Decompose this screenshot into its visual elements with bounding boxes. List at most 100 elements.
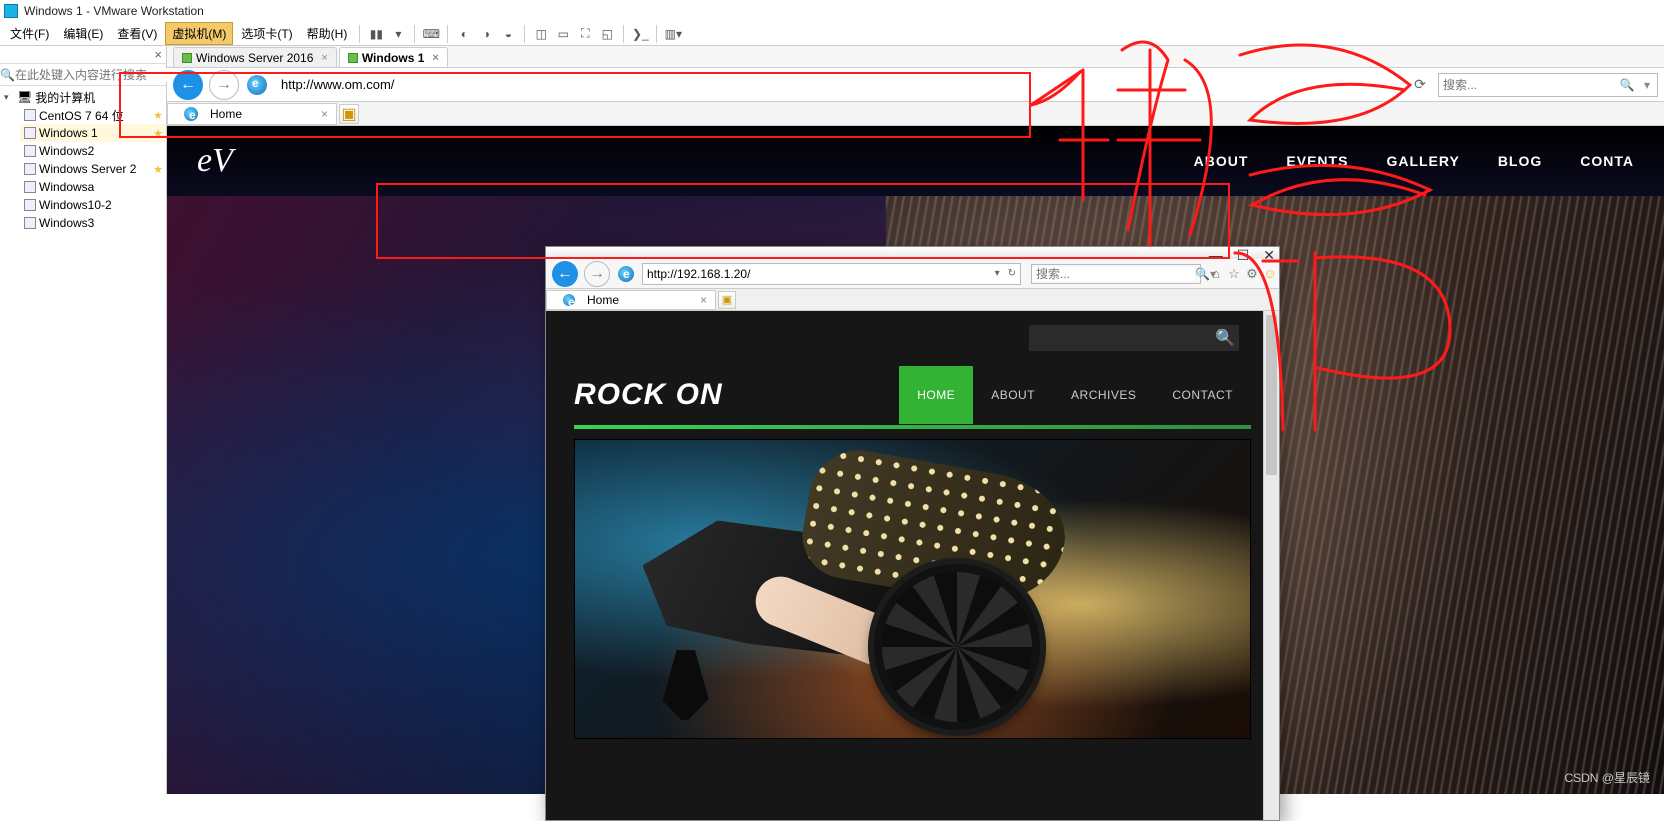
star-icon: ★ <box>153 163 166 176</box>
forward-button[interactable]: → <box>209 70 239 100</box>
back-button[interactable]: ← <box>552 261 578 287</box>
nav-events[interactable]: EVENTS <box>1286 153 1348 169</box>
refresh-icon[interactable]: ↻ <box>1004 268 1020 279</box>
rock-hero-image <box>574 439 1251 739</box>
ie-logo-icon <box>618 266 634 282</box>
forward-button[interactable]: → <box>584 261 610 287</box>
view-multi-icon[interactable]: ▭ <box>553 25 573 43</box>
snapshot-revert-icon[interactable]: ◑ <box>476 25 496 43</box>
vm-tab-label: Windows 1 <box>362 51 425 65</box>
tree-item-label: Windows2 <box>39 144 94 158</box>
refresh-icon[interactable]: ⟳ <box>1408 76 1432 93</box>
view-unity-icon[interactable]: ◱ <box>597 25 617 43</box>
pause-icon[interactable]: ▮▮ <box>366 25 386 43</box>
menu-view[interactable]: 查看(V) <box>111 23 163 44</box>
new-tab-button[interactable]: ▣ <box>339 104 359 124</box>
menu-edit[interactable]: 编辑(E) <box>57 23 109 44</box>
ie-page-tab[interactable]: Home × <box>167 103 337 125</box>
tree-item[interactable]: CentOS 7 64 位★ <box>20 106 166 124</box>
ie2-page-tab[interactable]: Home × <box>546 290 716 310</box>
vm-running-icon <box>182 53 192 63</box>
home-icon[interactable]: ⌂ <box>1207 266 1225 281</box>
vm-icon <box>24 109 36 121</box>
rock-nav: HOME ABOUT ARCHIVES CONTACT <box>899 366 1251 424</box>
tree-item[interactable]: Windows3 <box>20 214 166 232</box>
address-bar[interactable] <box>275 73 1408 97</box>
tree-item[interactable]: Windows Server 2 ★ <box>20 160 166 178</box>
feedback-smile-icon[interactable]: ☺ <box>1261 266 1279 281</box>
computer-icon: 🖥 <box>17 90 32 104</box>
menu-tabs[interactable]: 选项卡(T) <box>235 23 298 44</box>
scrollbar[interactable] <box>1263 311 1279 820</box>
search-icon[interactable]: 🔍 <box>1211 328 1239 348</box>
tree-root[interactable]: ▾ 🖥 我的计算机 <box>0 88 166 106</box>
console-icon[interactable]: ❯_ <box>630 25 650 43</box>
close-icon[interactable]: × <box>321 52 327 64</box>
ie2-search-input[interactable] <box>1032 267 1195 281</box>
ie2-page: 🔍 ROCK ON HOME ABOUT ARCHIVES CONTACT <box>546 311 1279 820</box>
nav-gallery[interactable]: GALLERY <box>1386 153 1459 169</box>
ie2-address-bar[interactable] <box>643 267 991 281</box>
rock-nav-about[interactable]: ABOUT <box>973 366 1053 424</box>
ie-navbar: ← → ⟳ 🔍 ▾ <box>167 68 1664 102</box>
window-chrome[interactable] <box>546 247 1279 259</box>
close-icon[interactable]: × <box>321 107 328 121</box>
inner-ie-window[interactable]: — ☐ ✕ ← → ▾ ↻ 🔍 ▾ <box>545 246 1280 821</box>
new-tab-button[interactable]: ▣ <box>718 291 736 309</box>
library-search-input[interactable] <box>15 68 170 82</box>
ie2-tab-title: Home <box>587 293 619 307</box>
close-icon[interactable]: × <box>432 52 438 64</box>
site-nav: ABOUT EVENTS GALLERY BLOG CONTA <box>1194 153 1634 169</box>
ie2-search-box: 🔍 ▾ <box>1031 264 1201 284</box>
snapshot-take-icon[interactable]: ◐ <box>454 25 474 43</box>
view-fullscreen-icon[interactable]: ⛶ <box>575 25 595 43</box>
window-controls: — ☐ ✕ <box>1209 247 1275 264</box>
menu-help[interactable]: 帮助(H) <box>301 23 354 44</box>
tree-item[interactable]: Windows10-2 <box>20 196 166 214</box>
vm-tabstrip: Windows Server 2016× Windows 1 × <box>167 46 1664 68</box>
maximize-icon[interactable]: ☐ <box>1237 247 1250 264</box>
nav-blog[interactable]: BLOG <box>1498 153 1542 169</box>
rock-search: 🔍 <box>1029 325 1239 351</box>
minimize-icon[interactable]: — <box>1209 247 1223 264</box>
vm-icon <box>24 127 36 139</box>
snapshot-manage-icon[interactable]: ◒ <box>498 25 518 43</box>
search-dropdown-icon[interactable]: ▾ <box>1637 78 1657 92</box>
dropdown-icon[interactable]: ▾ <box>388 25 408 43</box>
tree-item-selected[interactable]: Windows 1★ <box>20 124 166 142</box>
rock-nav-home[interactable]: HOME <box>899 366 973 424</box>
divider <box>623 25 624 43</box>
back-button[interactable]: ← <box>173 70 203 100</box>
search-icon[interactable]: 🔍 <box>1617 78 1637 92</box>
menu-file[interactable]: 文件(F) <box>4 23 55 44</box>
nav-contact[interactable]: CONTA <box>1580 153 1634 169</box>
search-icon: 🔍 <box>0 68 15 82</box>
tree-item[interactable]: Windowsa <box>20 178 166 196</box>
nav-about[interactable]: ABOUT <box>1194 153 1249 169</box>
settings-dropdown-icon[interactable]: ▥▾ <box>663 25 683 43</box>
send-ctrlaltdel-icon[interactable]: ⌨ <box>421 25 441 43</box>
rock-nav-contact[interactable]: CONTACT <box>1154 366 1251 424</box>
favorites-icon[interactable]: ☆ <box>1225 266 1243 282</box>
tools-gear-icon[interactable]: ⚙ <box>1243 266 1261 282</box>
close-icon[interactable]: ✕ <box>1263 247 1275 264</box>
tree-item-label: Windows Server 2 <box>39 162 136 176</box>
close-icon[interactable]: × <box>700 293 707 307</box>
divider <box>359 25 360 43</box>
tree-item-label: Windows3 <box>39 216 94 230</box>
scrollbar-thumb[interactable] <box>1266 315 1277 475</box>
close-icon[interactable]: × <box>150 47 166 62</box>
rock-nav-archives[interactable]: ARCHIVES <box>1053 366 1154 424</box>
view-single-icon[interactable]: ◫ <box>531 25 551 43</box>
vm-tab[interactable]: Windows Server 2016× <box>173 47 337 67</box>
menu-vm[interactable]: 虚拟机(M) <box>165 22 233 45</box>
twisty-icon[interactable]: ▾ <box>4 92 14 103</box>
site-header: eV ABOUT EVENTS GALLERY BLOG CONTA <box>167 126 1664 196</box>
tree-root-label: 我的计算机 <box>35 89 95 106</box>
vm-tab-active[interactable]: Windows 1 × <box>339 47 448 67</box>
tree-item[interactable]: Windows2 <box>20 142 166 160</box>
library-panel: × 🔍 搜索 ▾ ▾ 🖥 我的计算机 CentOS 7 64 位★ Window… <box>0 46 167 794</box>
ie-search-input[interactable] <box>1439 78 1617 92</box>
watermark: CSDN @星辰镜 <box>1564 769 1650 786</box>
address-dropdown-icon[interactable]: ▾ <box>991 268 1004 279</box>
